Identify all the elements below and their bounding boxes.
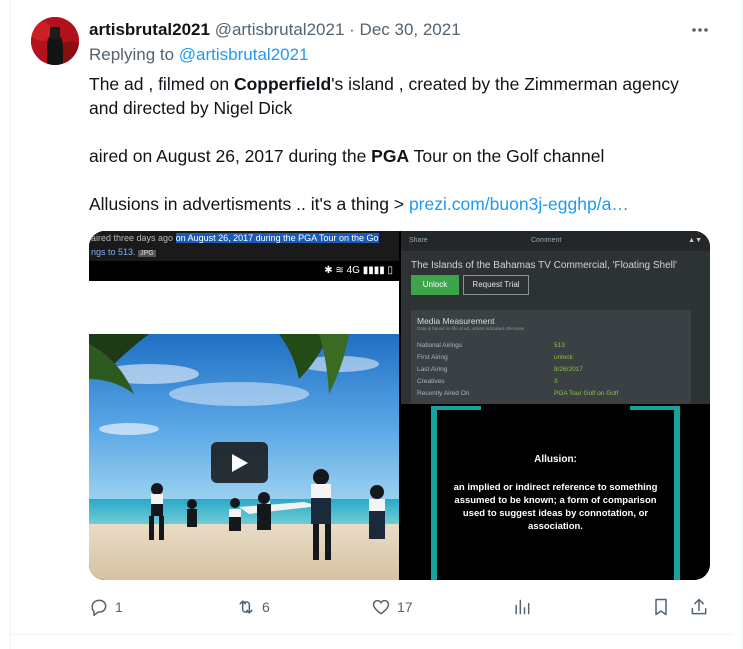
share-label: Share	[409, 237, 428, 244]
retweet-icon	[239, 600, 253, 614]
avatar-image	[31, 17, 79, 65]
stat-value: 3	[554, 378, 558, 385]
blank-area	[89, 281, 399, 334]
stat-label: Recently Aired On	[417, 390, 470, 397]
phone-status-bar: ✱ ≋ 4G ▮▮▮▮ ▯	[89, 261, 399, 281]
tweet-paragraph-3: Allusions in advertisments .. it's a thi…	[89, 192, 709, 216]
avatar[interactable]	[31, 17, 79, 65]
share-icon	[691, 598, 707, 615]
retweet-button[interactable]: 6	[236, 594, 270, 620]
stat-row: First Airing unlock	[417, 354, 687, 361]
stat-value: 8/26/2017	[554, 366, 583, 373]
like-button[interactable]: 17	[371, 594, 413, 620]
more-horizontal-icon[interactable]	[687, 19, 713, 41]
share-bar: Share Comment ▲▼	[401, 231, 710, 251]
reply-count: 1	[115, 599, 123, 615]
stat-label: Creatives	[417, 378, 445, 385]
video-thumbnail[interactable]: aired three days ago on August 26, 2017 …	[89, 231, 399, 580]
stat-row: Creatives 3	[417, 378, 687, 385]
text-span: The ad , filmed on	[89, 74, 234, 94]
user-handle[interactable]: @artisbrutal2021	[215, 20, 345, 39]
text-span: Tour on the Golf channel	[409, 146, 605, 166]
accent-bar	[674, 406, 680, 580]
caption-tag: JPG	[138, 250, 156, 257]
stat-value: unlock	[554, 354, 573, 361]
text-span: Allusions in advertisments .. it's a thi…	[89, 194, 409, 214]
media-grid: aired three days ago on August 26, 2017 …	[89, 231, 710, 580]
bold-text: PGA	[371, 146, 410, 166]
stat-value: 513	[554, 342, 565, 349]
screenshot-caption: aired three days ago on August 26, 2017 …	[89, 231, 399, 261]
views-button[interactable]	[512, 594, 532, 620]
stat-label: First Airing	[417, 354, 448, 361]
accent-bar	[431, 406, 481, 410]
tweet-date[interactable]: Dec 30, 2021	[360, 20, 461, 39]
views-icon	[515, 599, 530, 615]
bookmark-button[interactable]	[651, 594, 671, 620]
replying-prefix: Replying to	[89, 45, 175, 64]
retweet-count: 6	[262, 599, 270, 615]
tweet-link[interactable]: prezi.com/buon3j-egghp/a…	[409, 194, 629, 214]
allusion-heading: Allusion:	[534, 454, 577, 465]
replying-to: Replying to @artisbrutal2021	[89, 45, 309, 65]
bold-text: Copperfield	[233, 74, 332, 94]
unlock-button: Unlock	[411, 275, 459, 295]
stat-row: Recently Aired On PGA Tour Golf on Golf	[417, 390, 687, 397]
stat-row: Last Airing 8/26/2017	[417, 366, 687, 373]
accent-bar	[630, 406, 680, 410]
request-trial-button: Request Trial	[463, 275, 529, 295]
tweet-paragraph-2: aired on August 26, 2017 during the PGA …	[89, 144, 709, 168]
caption-blue: ngs to 513.	[91, 247, 136, 257]
stat-row: National Airings 513	[417, 342, 687, 349]
thumbs-icon: ▲▼	[688, 237, 702, 244]
reply-icon	[91, 599, 107, 617]
play-icon[interactable]	[211, 442, 268, 483]
replying-mention[interactable]: @artisbrutal2021	[179, 45, 309, 64]
media-measurement-panel: Media Measurement Data is based on life …	[411, 310, 691, 404]
tweet-header: artisbrutal2021 @artisbrutal2021 · Dec 3…	[89, 19, 461, 41]
comment-label: Comment	[531, 237, 562, 244]
panel-title: Media Measurement	[417, 316, 495, 326]
separator: ·	[349, 20, 355, 39]
allusion-definition: an implied or indirect reference to some…	[453, 482, 658, 532]
accent-bar	[431, 406, 437, 580]
divider	[10, 634, 733, 635]
reply-button[interactable]: 1	[89, 594, 123, 620]
bookmark-icon	[655, 598, 667, 616]
like-icon	[372, 599, 390, 615]
caption-highlight: on August 26, 2017 during the PGA Tour o…	[175, 233, 379, 243]
caption-text: aired three days ago	[91, 233, 176, 243]
ad-title: The Islands of the Bahamas TV Commercial…	[411, 260, 677, 271]
panel-subtitle: Data is based on life of ad, unless indi…	[417, 326, 525, 331]
display-name[interactable]: artisbrutal2021	[89, 20, 210, 39]
stat-label: National Airings	[417, 342, 463, 349]
stat-value: PGA Tour Golf on Golf	[554, 390, 619, 397]
action-bar: 1 6 17	[89, 594, 714, 620]
image-allusion-definition[interactable]: Allusion: an implied or indirect referen…	[401, 406, 710, 580]
like-count: 17	[397, 599, 413, 615]
image-ad-stats[interactable]: Share Comment ▲▼ The Islands of the Baha…	[401, 231, 710, 404]
text-span: aired on August 26, 2017 during the	[89, 146, 372, 166]
share-button[interactable]	[689, 594, 709, 620]
tweet-paragraph-1: The ad , filmed on Copperfield's island …	[89, 72, 709, 120]
stat-label: Last Airing	[417, 366, 448, 373]
tweet-body: The ad , filmed on Copperfield's island …	[89, 72, 709, 216]
